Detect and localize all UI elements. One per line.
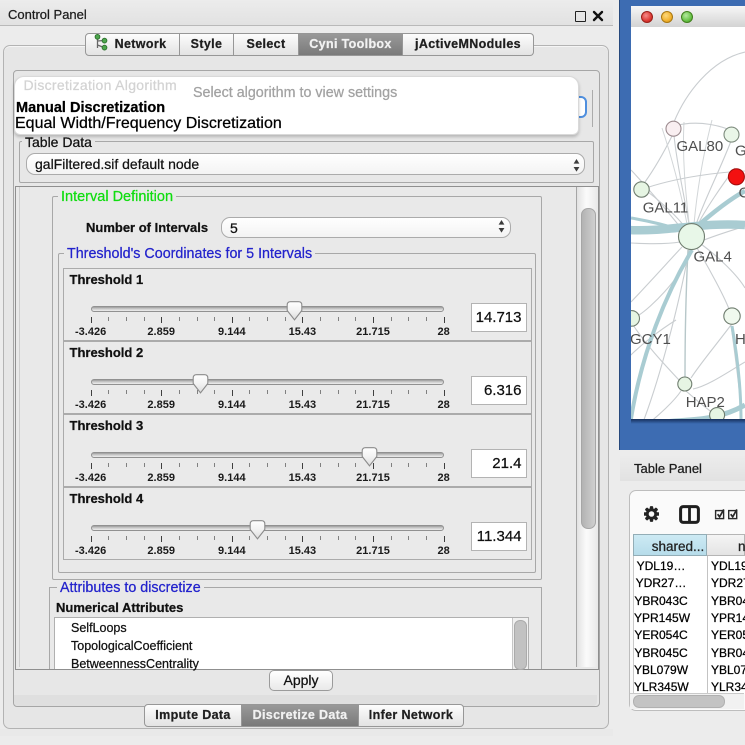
svg-text:G: G — [735, 143, 745, 160]
svg-text:H: H — [735, 331, 745, 348]
svg-text:C: C — [739, 185, 745, 202]
svg-text:GAL80: GAL80 — [677, 138, 724, 155]
svg-text:GCY1: GCY1 — [631, 331, 671, 348]
svg-text:GAL4: GAL4 — [694, 249, 732, 266]
svg-text:GAL11: GAL11 — [643, 199, 689, 216]
svg-text:HAP2: HAP2 — [686, 394, 725, 411]
